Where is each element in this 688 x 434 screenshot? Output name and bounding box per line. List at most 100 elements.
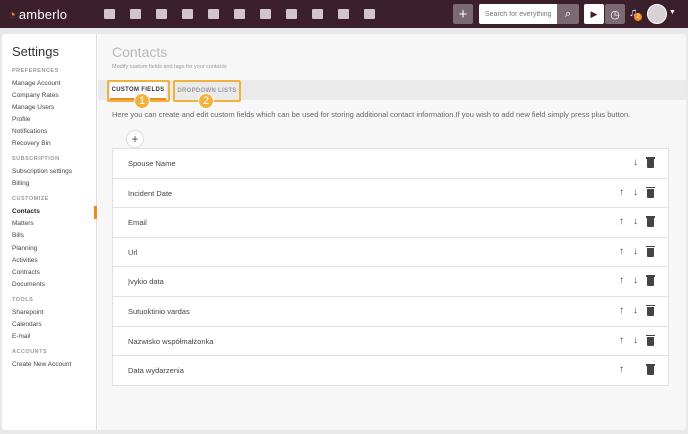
settings-sidebar: Settings PREFERENCES Manage Account Comp… [2,34,97,430]
section-accounts: ACCOUNTS [12,349,48,355]
folder-icon[interactable] [278,0,304,28]
sidebar-title: Settings [12,44,59,59]
play-icon: ▶ [590,8,598,19]
field-name: Url [128,247,138,257]
sidebar-item-calendars[interactable]: Calendars [12,321,42,328]
sidebar-item-subscription-settings[interactable]: Subscription settings [12,168,72,175]
custom-fields-list: Spouse Name ↓ Incident Date ↑ ↓ Email ↑ … [112,148,669,386]
field-row-email: Email ↑ ↓ [113,208,668,238]
delete-icon[interactable] [646,334,655,346]
field-name: Data wydarzenia [128,366,184,376]
field-row-data-wydarzenia: Data wydarzenia ↑ [113,356,668,386]
delete-icon[interactable] [646,186,655,198]
section-tools: TOOLS [12,297,34,303]
delete-icon[interactable] [646,364,655,376]
move-down-icon[interactable]: ↓ [633,157,638,168]
search-button[interactable]: ⌕ [557,4,579,24]
field-name: Sutuoktinio vardas [128,306,190,316]
field-row-nazwisko: Nazwisko współmałżonka ↑ ↓ [113,326,668,357]
search-icon: ⌕ [564,7,572,20]
logo-mark-icon: ◔ [8,6,16,22]
field-row-sutuoktinio-vardas: Sutuoktinio vardas ↑ ↓ [113,296,668,327]
move-up-icon[interactable]: ↑ [619,246,624,257]
briefcase-icon[interactable] [148,0,174,28]
sidebar-item-bills[interactable]: Bills [12,232,24,239]
timer-button[interactable]: ◷ [605,4,625,24]
move-down-icon[interactable]: ↓ [633,275,638,286]
intro-text: Here you can create and edit custom fiel… [112,110,631,119]
delete-icon[interactable] [646,157,655,168]
logo-text: amberlo [18,6,68,22]
move-down-icon[interactable]: ↓ [633,305,638,316]
global-search-input[interactable] [479,4,557,24]
stopwatch-icon: ◷ [610,8,620,21]
move-down-icon[interactable]: ↓ [633,335,638,346]
section-customize: CUSTOMIZE [12,196,49,202]
callout-1: 1 [134,93,150,109]
sidebar-item-company-rates[interactable]: Company Rates [12,92,59,99]
field-name: Spouse Name [128,159,176,168]
calendar-icon[interactable] [226,0,252,28]
page-title: Contacts [112,44,168,60]
field-row-ivykio-data: Įvykio data ↑ ↓ [113,267,668,297]
move-up-icon[interactable]: ↑ [619,187,624,198]
delete-icon[interactable] [646,216,655,228]
field-name: Nazwisko współmałżonka [128,336,214,346]
bill-icon[interactable] [174,0,200,28]
sidebar-item-manage-account[interactable]: Manage Account [12,80,60,87]
sidebar-item-profile[interactable]: Profile [12,116,30,123]
move-up-icon[interactable]: ↑ [619,305,624,316]
sidebar-item-email[interactable]: E-mail [12,333,30,340]
move-up-icon[interactable]: ↑ [619,216,624,227]
sidebar-item-contacts[interactable]: Contacts [12,208,40,215]
delete-icon[interactable] [646,275,655,287]
document-icon[interactable] [304,0,330,28]
main-frame: Settings PREFERENCES Manage Account Comp… [2,34,686,430]
sidebar-item-create-new-account[interactable]: Create New Account [12,361,71,368]
move-up-icon[interactable]: ↑ [619,275,624,286]
field-row-spouse-name: Spouse Name ↓ [113,149,668,179]
field-row-incident-date: Incident Date ↑ ↓ [113,178,668,209]
section-subscription: SUBSCRIPTION [12,156,60,162]
mail-icon[interactable] [330,0,356,28]
start-timer-button[interactable]: ▶ [584,4,604,24]
sidebar-item-billing[interactable]: Billing [12,180,29,187]
bank-icon[interactable] [200,0,226,28]
page-subtitle: Modify custom fields and tags for your c… [112,64,227,70]
field-name: Įvykio data [128,277,164,287]
sidebar-item-planning[interactable]: Planning [12,245,37,252]
sidebar-item-contracts[interactable]: Contracts [12,269,40,276]
move-up-icon[interactable]: ↑ [619,335,624,346]
sidebar-item-recovery-bin[interactable]: Recovery Bin [12,140,51,147]
move-down-icon[interactable]: ↓ [633,246,638,257]
chevron-down-icon[interactable]: ▼ [669,9,676,16]
field-row-url: Url ↑ ↓ [113,237,668,268]
move-up-icon[interactable]: ↑ [619,364,624,375]
sidebar-item-manage-users[interactable]: Manage Users [12,104,54,111]
dashboard-icon[interactable] [96,0,122,28]
sidebar-item-activities[interactable]: Activities [12,257,38,264]
active-item-marker [94,206,97,219]
report-icon[interactable] [356,0,382,28]
history-icon[interactable] [252,0,278,28]
sidebar-item-matters[interactable]: Matters [12,220,34,227]
field-name: Incident Date [128,188,173,198]
delete-icon[interactable] [646,245,655,257]
delete-icon[interactable] [646,304,655,316]
move-down-icon[interactable]: ↓ [633,187,638,198]
move-down-icon[interactable]: ↓ [633,216,638,227]
sidebar-item-sharepoint[interactable]: Sharepoint [12,309,43,316]
contacts-icon[interactable] [122,0,148,28]
amberlo-logo[interactable]: ◔ amberlo [8,7,88,22]
add-field-button[interactable]: + [126,130,144,148]
sidebar-item-documents[interactable]: Documents [12,281,45,288]
sidebar-item-notifications[interactable]: Notifications [12,128,47,135]
contacts-settings-panel: Contacts Modify custom fields and tags f… [98,34,686,430]
notification-badge: 2 [634,13,642,21]
quick-add-button[interactable]: + [453,4,473,24]
callout-2: 2 [198,93,214,109]
field-name: Email [128,218,147,228]
module-nav [96,0,382,28]
user-avatar[interactable] [647,4,667,24]
section-preferences: PREFERENCES [12,68,59,74]
